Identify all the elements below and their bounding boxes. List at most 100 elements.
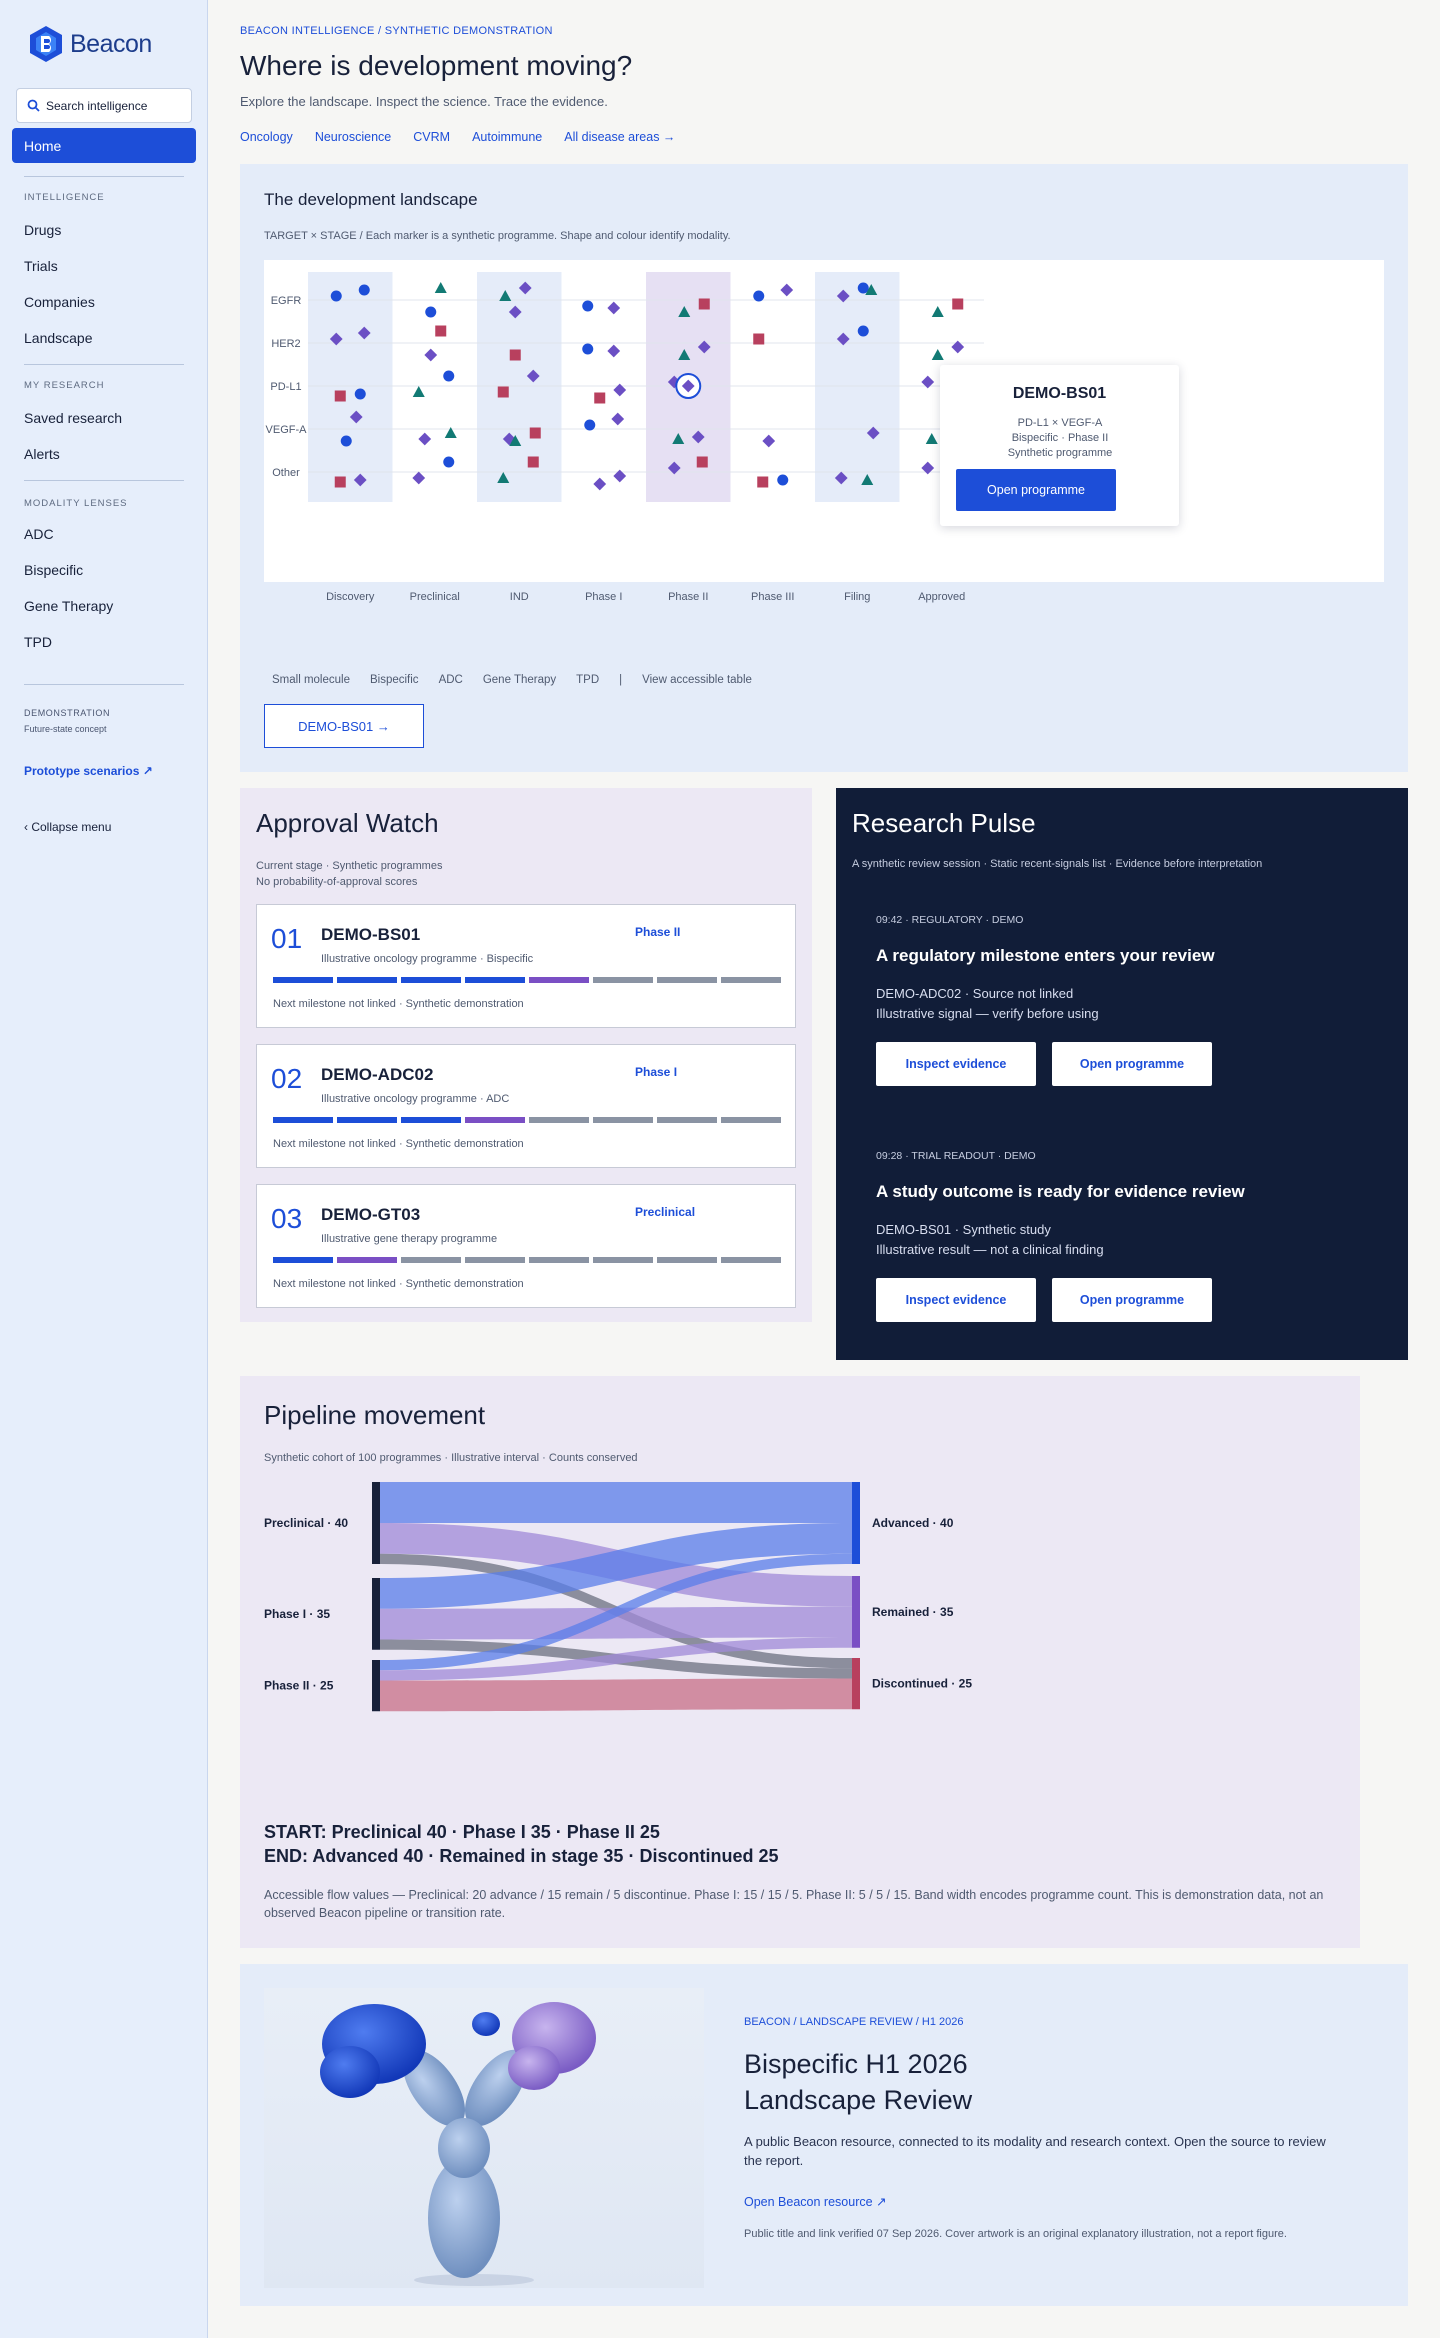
chart-legend: Small molecule Bispecific ADC Gene Thera… — [272, 674, 752, 686]
legend-small-molecule[interactable]: Small molecule — [272, 674, 350, 686]
marker-adc — [952, 298, 964, 310]
sankey-flow-band — [380, 1482, 852, 1523]
marker-adc — [527, 456, 539, 468]
marker-bispecific — [762, 434, 776, 448]
stage-segment — [593, 1257, 653, 1263]
logo[interactable]: Beacon — [26, 24, 152, 64]
marker-bispecific — [412, 471, 426, 485]
x-tick-label: Preclinical — [410, 591, 460, 603]
nav-bispecific[interactable]: Bispecific — [24, 562, 83, 578]
card-rank: 02 — [271, 1063, 303, 1094]
marker-gene-therapy — [434, 282, 447, 293]
legend-separator: | — [619, 674, 623, 686]
antibody-illustration — [264, 1988, 704, 2288]
nav-adc[interactable]: ADC — [24, 526, 54, 542]
open-programme-button[interactable]: Open programme — [1052, 1042, 1212, 1086]
area-link-neuroscience[interactable]: Neuroscience — [315, 130, 391, 144]
nav-landscape[interactable]: Landscape — [24, 330, 93, 346]
brand-name: Beacon — [70, 29, 152, 58]
search-placeholder: Search intelligence — [46, 98, 148, 113]
marker-small-molecule — [753, 290, 765, 302]
marker-small-molecule — [354, 388, 366, 400]
page-subtitle: Explore the landscape. Inspect the scien… — [240, 94, 608, 109]
nav-tpd[interactable]: TPD — [24, 634, 52, 650]
legend-bispecific[interactable]: Bispecific — [370, 674, 419, 686]
stage-segment — [593, 1117, 653, 1123]
stage-segment — [273, 1117, 333, 1123]
open-beacon-resource-link[interactable]: Open Beacon resource ↗ — [744, 2194, 887, 2209]
card-programme-name: DEMO-BS01 — [321, 925, 421, 944]
approval-sub-line: Current stage · Synthetic programmes — [256, 860, 443, 872]
stage-segment — [401, 1257, 461, 1263]
landscape-chart[interactable]: Discovery Preclinical IND Phase I Phase II Ph… — [240, 164, 1408, 684]
marker-gene-therapy — [925, 433, 938, 444]
sankey-source-label: Preclinical · 40 — [264, 1516, 348, 1530]
marker-small-molecule — [340, 435, 352, 447]
legend-adc[interactable]: ADC — [439, 674, 463, 686]
nav-alerts[interactable]: Alerts — [24, 446, 60, 462]
antibody-icon — [320, 2002, 596, 2286]
marker-adc — [334, 476, 346, 488]
marker-gene-therapy — [931, 349, 944, 360]
stage-segment — [593, 977, 653, 983]
area-link-oncology[interactable]: Oncology — [240, 130, 293, 144]
inspect-evidence-button[interactable]: Inspect evidence — [876, 1278, 1036, 1322]
selected-programme-button[interactable]: DEMO-BS01 → — [264, 704, 424, 748]
approval-card[interactable]: 01 DEMO-BS01 Illustrative oncology progr… — [256, 904, 796, 1028]
stage-segment — [529, 977, 589, 983]
card-description: Illustrative gene therapy programme — [321, 1233, 498, 1245]
stage-segment — [401, 977, 461, 983]
stage-segment — [721, 1117, 781, 1123]
area-link-autoimmune[interactable]: Autoimmune — [472, 130, 542, 144]
divider — [24, 684, 184, 685]
marker-small-molecule — [330, 290, 342, 302]
signal-line: DEMO-BS01 · Synthetic study — [876, 1222, 1051, 1237]
area-link-all[interactable]: All disease areas → — [564, 130, 675, 144]
signal-tag: 09:28 · TRIAL READOUT · DEMO — [876, 1150, 1036, 1162]
marker-bispecific — [780, 283, 794, 297]
approval-subtitle: Current stage · Synthetic programmes No … — [256, 858, 442, 890]
nav-home[interactable]: Home — [12, 128, 196, 163]
marker-small-molecule — [358, 284, 370, 296]
nav-companies[interactable]: Companies — [24, 294, 95, 310]
x-tick-label: Phase III — [751, 591, 794, 603]
sankey-source-label: Phase I · 35 — [264, 1607, 330, 1621]
stage-segment — [721, 977, 781, 983]
prototype-scenarios-link[interactable]: Prototype scenarios ↗ — [24, 764, 153, 778]
signal-line: Illustrative signal — verify before usin… — [876, 1006, 1099, 1021]
legend-gene-therapy[interactable]: Gene Therapy — [483, 674, 556, 686]
x-tick-label: Phase II — [668, 591, 708, 603]
card-description: Illustrative oncology programme · Bispec… — [321, 953, 534, 965]
sankey-chart[interactable]: Preclinical · 40 Phase I · 35 Phase II · 2… — [240, 1376, 1360, 1816]
nav-trials[interactable]: Trials — [24, 258, 58, 274]
nav-saved-research[interactable]: Saved research — [24, 410, 122, 426]
beacon-logo-icon — [30, 26, 62, 62]
card-phase: Preclinical — [635, 1205, 696, 1219]
inspect-evidence-button[interactable]: Inspect evidence — [876, 1042, 1036, 1086]
card-rank: 01 — [271, 923, 303, 954]
card-description: Illustrative oncology programme · ADC — [321, 1093, 510, 1105]
collapse-menu-button[interactable]: ‹ Collapse menu — [24, 820, 111, 834]
pipeline-end-summary: END: Advanced 40 · Remained in stage 35 … — [264, 1846, 779, 1866]
marker-adc — [594, 392, 606, 404]
open-programme-button[interactable]: Open programme — [1052, 1278, 1212, 1322]
review-breadcrumb: BEACON / LANDSCAPE REVIEW / H1 2026 — [744, 2016, 964, 2028]
approval-card[interactable]: 03 DEMO-GT03 Illustrative gene therapy p… — [256, 1184, 796, 1308]
marker-adc — [753, 333, 765, 345]
view-accessible-table-link[interactable]: View accessible table — [642, 674, 752, 686]
sankey-source-label: Phase II · 25 — [264, 1679, 334, 1693]
review-description: A public Beacon resource, connected to i… — [744, 2134, 1326, 2168]
marker-adc — [334, 390, 346, 402]
stage-progress-bar — [273, 1257, 781, 1263]
legend-tpd[interactable]: TPD — [576, 674, 599, 686]
x-tick-label: IND — [510, 591, 529, 603]
marker-adc — [529, 427, 541, 439]
review-title: Bispecific H1 2026 Landscape Review — [744, 2049, 973, 2115]
search-input[interactable]: Search intelligence — [16, 88, 192, 123]
area-link-cvrm[interactable]: CVRM — [413, 130, 450, 144]
stage-segment — [401, 1117, 461, 1123]
tooltip-open-programme-button[interactable]: Open programme — [956, 469, 1116, 511]
nav-drugs[interactable]: Drugs — [24, 222, 61, 238]
nav-gene-therapy[interactable]: Gene Therapy — [24, 598, 113, 614]
approval-card[interactable]: 02 DEMO-ADC02 Illustrative oncology prog… — [256, 1044, 796, 1168]
